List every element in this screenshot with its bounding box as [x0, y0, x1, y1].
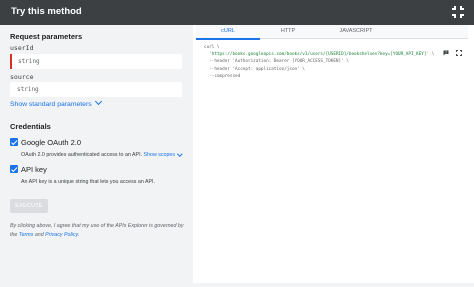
code-line-2-url: https://books.googleapis.com/books/v1/us…: [211, 52, 427, 58]
request-panel: Request parameters userId string source …: [0, 25, 193, 283]
tab-http[interactable]: HTTP: [260, 28, 316, 34]
collapse-icon[interactable]: [451, 5, 465, 19]
api-key-description: An API key is a unique string that lets …: [21, 179, 155, 185]
tab-curl[interactable]: cURL: [196, 28, 260, 34]
oauth-description-text: OAuth 2.0 provides authenticated access …: [21, 152, 143, 158]
api-key-checkbox[interactable]: [10, 165, 18, 173]
oauth-checkbox[interactable]: [10, 138, 18, 146]
code-snippet[interactable]: curl \ 'https://books.googleapis.com/boo…: [204, 44, 434, 80]
oauth-label: Google OAuth 2.0: [21, 138, 82, 147]
oauth-description: OAuth 2.0 provides authenticated access …: [21, 150, 183, 158]
chevron-down-icon: [177, 150, 183, 156]
code-line-4: --header 'Accept: application/json' \: [204, 66, 305, 72]
code-line-2-quote-close: ' \: [426, 52, 435, 58]
credentials-title: Credentials: [10, 122, 51, 131]
header-bar: Try this method: [0, 0, 474, 25]
code-toolbar: [440, 43, 462, 61]
privacy-policy-link[interactable]: Privacy Policy: [45, 232, 78, 238]
code-line-5: --compressed: [204, 73, 241, 79]
code-area: curl \ 'https://books.googleapis.com/boo…: [196, 40, 468, 283]
code-line-1: curl \: [204, 45, 220, 50]
show-scopes-label: Show scopes: [143, 152, 176, 158]
terms-text: By clicking above, I agree that my use o…: [10, 222, 185, 239]
show-scopes-link[interactable]: Show scopes: [143, 150, 183, 158]
request-parameters-title: Request parameters: [10, 32, 83, 41]
api-key-label: API key: [21, 165, 47, 174]
code-tabs: cURL HTTP JAVASCRIPT: [196, 25, 468, 40]
terms-link[interactable]: Terms: [19, 232, 34, 238]
fullscreen-icon[interactable]: [456, 50, 462, 56]
chevron-down-icon: [94, 97, 102, 106]
execute-button[interactable]: EXECUTE: [10, 199, 48, 213]
show-standard-parameters-label: Show standard parameters: [10, 101, 92, 108]
tab-javascript[interactable]: JAVASCRIPT: [316, 28, 396, 34]
code-line-3: --header 'Authorization: Bearer [YOUR_AC…: [204, 59, 349, 65]
feedback-icon[interactable]: [443, 50, 449, 56]
show-standard-parameters-link[interactable]: Show standard parameters: [10, 97, 102, 108]
source-label: source: [10, 73, 34, 81]
code-panel: cURL HTTP JAVASCRIPT curl \ 'https://boo…: [196, 25, 468, 283]
source-input[interactable]: string: [10, 82, 182, 97]
userid-input[interactable]: string: [10, 54, 182, 69]
code-line-2-quote-open: ': [204, 52, 212, 58]
bottom-strip: [0, 283, 474, 287]
userid-label: userId: [10, 44, 34, 52]
terms-post: .: [77, 231, 80, 238]
terms-mid: and: [33, 231, 46, 238]
header-title: Try this method: [11, 6, 82, 17]
